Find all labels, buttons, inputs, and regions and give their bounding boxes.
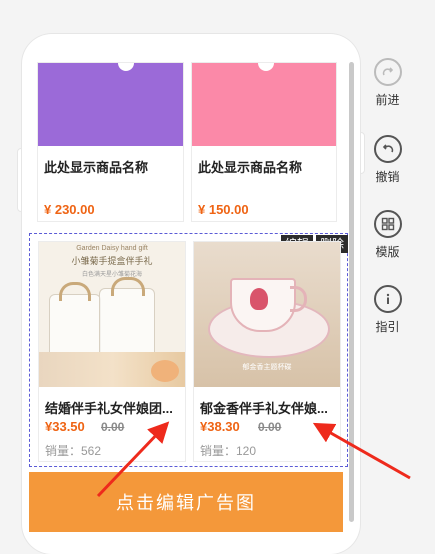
redo-button[interactable]: 前进	[360, 58, 415, 108]
info-icon	[373, 285, 402, 313]
undo-icon	[373, 135, 402, 163]
guide-label: 指引	[375, 320, 400, 334]
template-button[interactable]: 模版	[360, 210, 415, 260]
template-label: 模版	[375, 245, 400, 259]
redo-label: 前进	[375, 93, 400, 107]
arrow-right	[312, 422, 411, 480]
undo-button[interactable]: 撤销	[360, 135, 415, 185]
undo-label: 撤销	[375, 170, 400, 184]
guide-button[interactable]: 指引	[360, 285, 415, 335]
template-icon	[373, 210, 402, 238]
arrow-left	[96, 421, 170, 498]
redo-icon	[373, 58, 402, 86]
